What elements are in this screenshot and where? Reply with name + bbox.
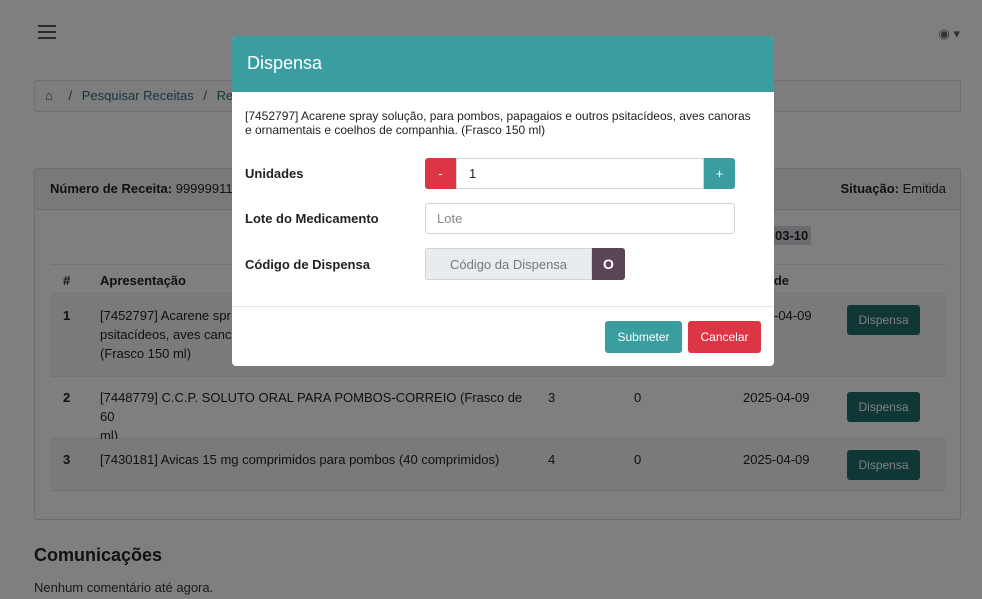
cancel-button[interactable]: Cancelar	[688, 321, 761, 353]
modal-footer: Submeter Cancelar	[232, 306, 774, 366]
submit-button[interactable]: Submeter	[605, 321, 682, 353]
app-root: ◉ ▾ ⌂ / Pesquisar Receitas / Rec Número …	[0, 0, 982, 599]
dispensa-modal: Dispensa [7452797] Acarene spray solução…	[232, 36, 774, 366]
dispense-code-input[interactable]	[425, 248, 592, 280]
modal-description: [7452797] Acarene spray solução, para po…	[245, 109, 751, 137]
code-label: Código de Dispensa	[245, 257, 370, 272]
lote-label: Lote do Medicamento	[245, 211, 379, 226]
units-label: Unidades	[245, 166, 304, 181]
modal-title: Dispensa	[232, 36, 774, 92]
units-input[interactable]	[456, 158, 704, 189]
code-scan-button[interactable]: O	[592, 248, 625, 280]
increment-button[interactable]: +	[704, 158, 735, 189]
lote-input[interactable]	[425, 203, 735, 234]
decrement-button[interactable]: -	[425, 158, 456, 189]
